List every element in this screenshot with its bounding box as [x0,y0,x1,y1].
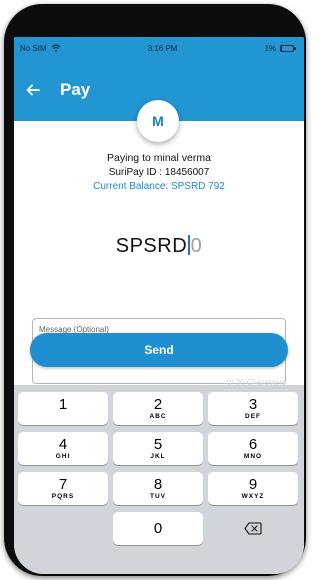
battery-icon [280,44,296,52]
paying-to-label: Paying to minal verma [107,152,211,164]
amount-field[interactable]: SPSRD 0 [14,235,304,258]
key-8[interactable]: 8 TUV [113,472,203,505]
device-frame: No SIM 3:16 PM 1% Pay M Paying to minal … [4,4,306,576]
status-right: 1% [264,43,296,53]
key-6[interactable]: 6 MNO [208,432,298,465]
payee-avatar: M [137,100,179,142]
app-screen: No SIM 3:16 PM 1% Pay M Paying to minal … [14,37,304,574]
key-4[interactable]: 4 GHI [18,432,108,465]
send-button[interactable]: Send [30,333,288,367]
avatar-initial: M [152,113,164,129]
wifi-icon [51,44,61,52]
current-balance: Current Balance: SPSRD 792 [93,181,225,192]
amount-placeholder: 0 [190,235,203,257]
text-caret [188,235,190,255]
key-5[interactable]: 5 JKL [113,432,203,465]
status-bar: No SIM 3:16 PM 1% [14,37,304,59]
suripay-id: SuriPay ID : 18456007 [108,167,210,178]
battery-percent: 1% [264,43,276,53]
carrier-label: No SIM [20,43,47,53]
numeric-keypad: 1 2 ABC 3 DEF 4 GHI 5 JKL 6 MNO 7 PQRS 8… [14,385,304,574]
payee-info: Paying to minal verma SuriPay ID : 18456… [14,152,304,192]
clock: 3:16 PM [147,43,178,53]
key-0[interactable]: 0 [113,512,203,545]
delete-key[interactable] [208,512,298,545]
key-7[interactable]: 7 PQRS [18,472,108,505]
key-9[interactable]: 9 WXYZ [208,472,298,505]
page-title: Pay [60,80,91,99]
key-1[interactable]: 1 [18,392,108,425]
currency-label: SPSRD [115,235,188,257]
back-arrow-icon[interactable] [26,80,54,101]
backspace-icon [244,522,262,535]
status-left: No SIM [20,44,61,53]
key-2[interactable]: 2 ABC [113,392,203,425]
key-3[interactable]: 3 DEF [208,392,298,425]
